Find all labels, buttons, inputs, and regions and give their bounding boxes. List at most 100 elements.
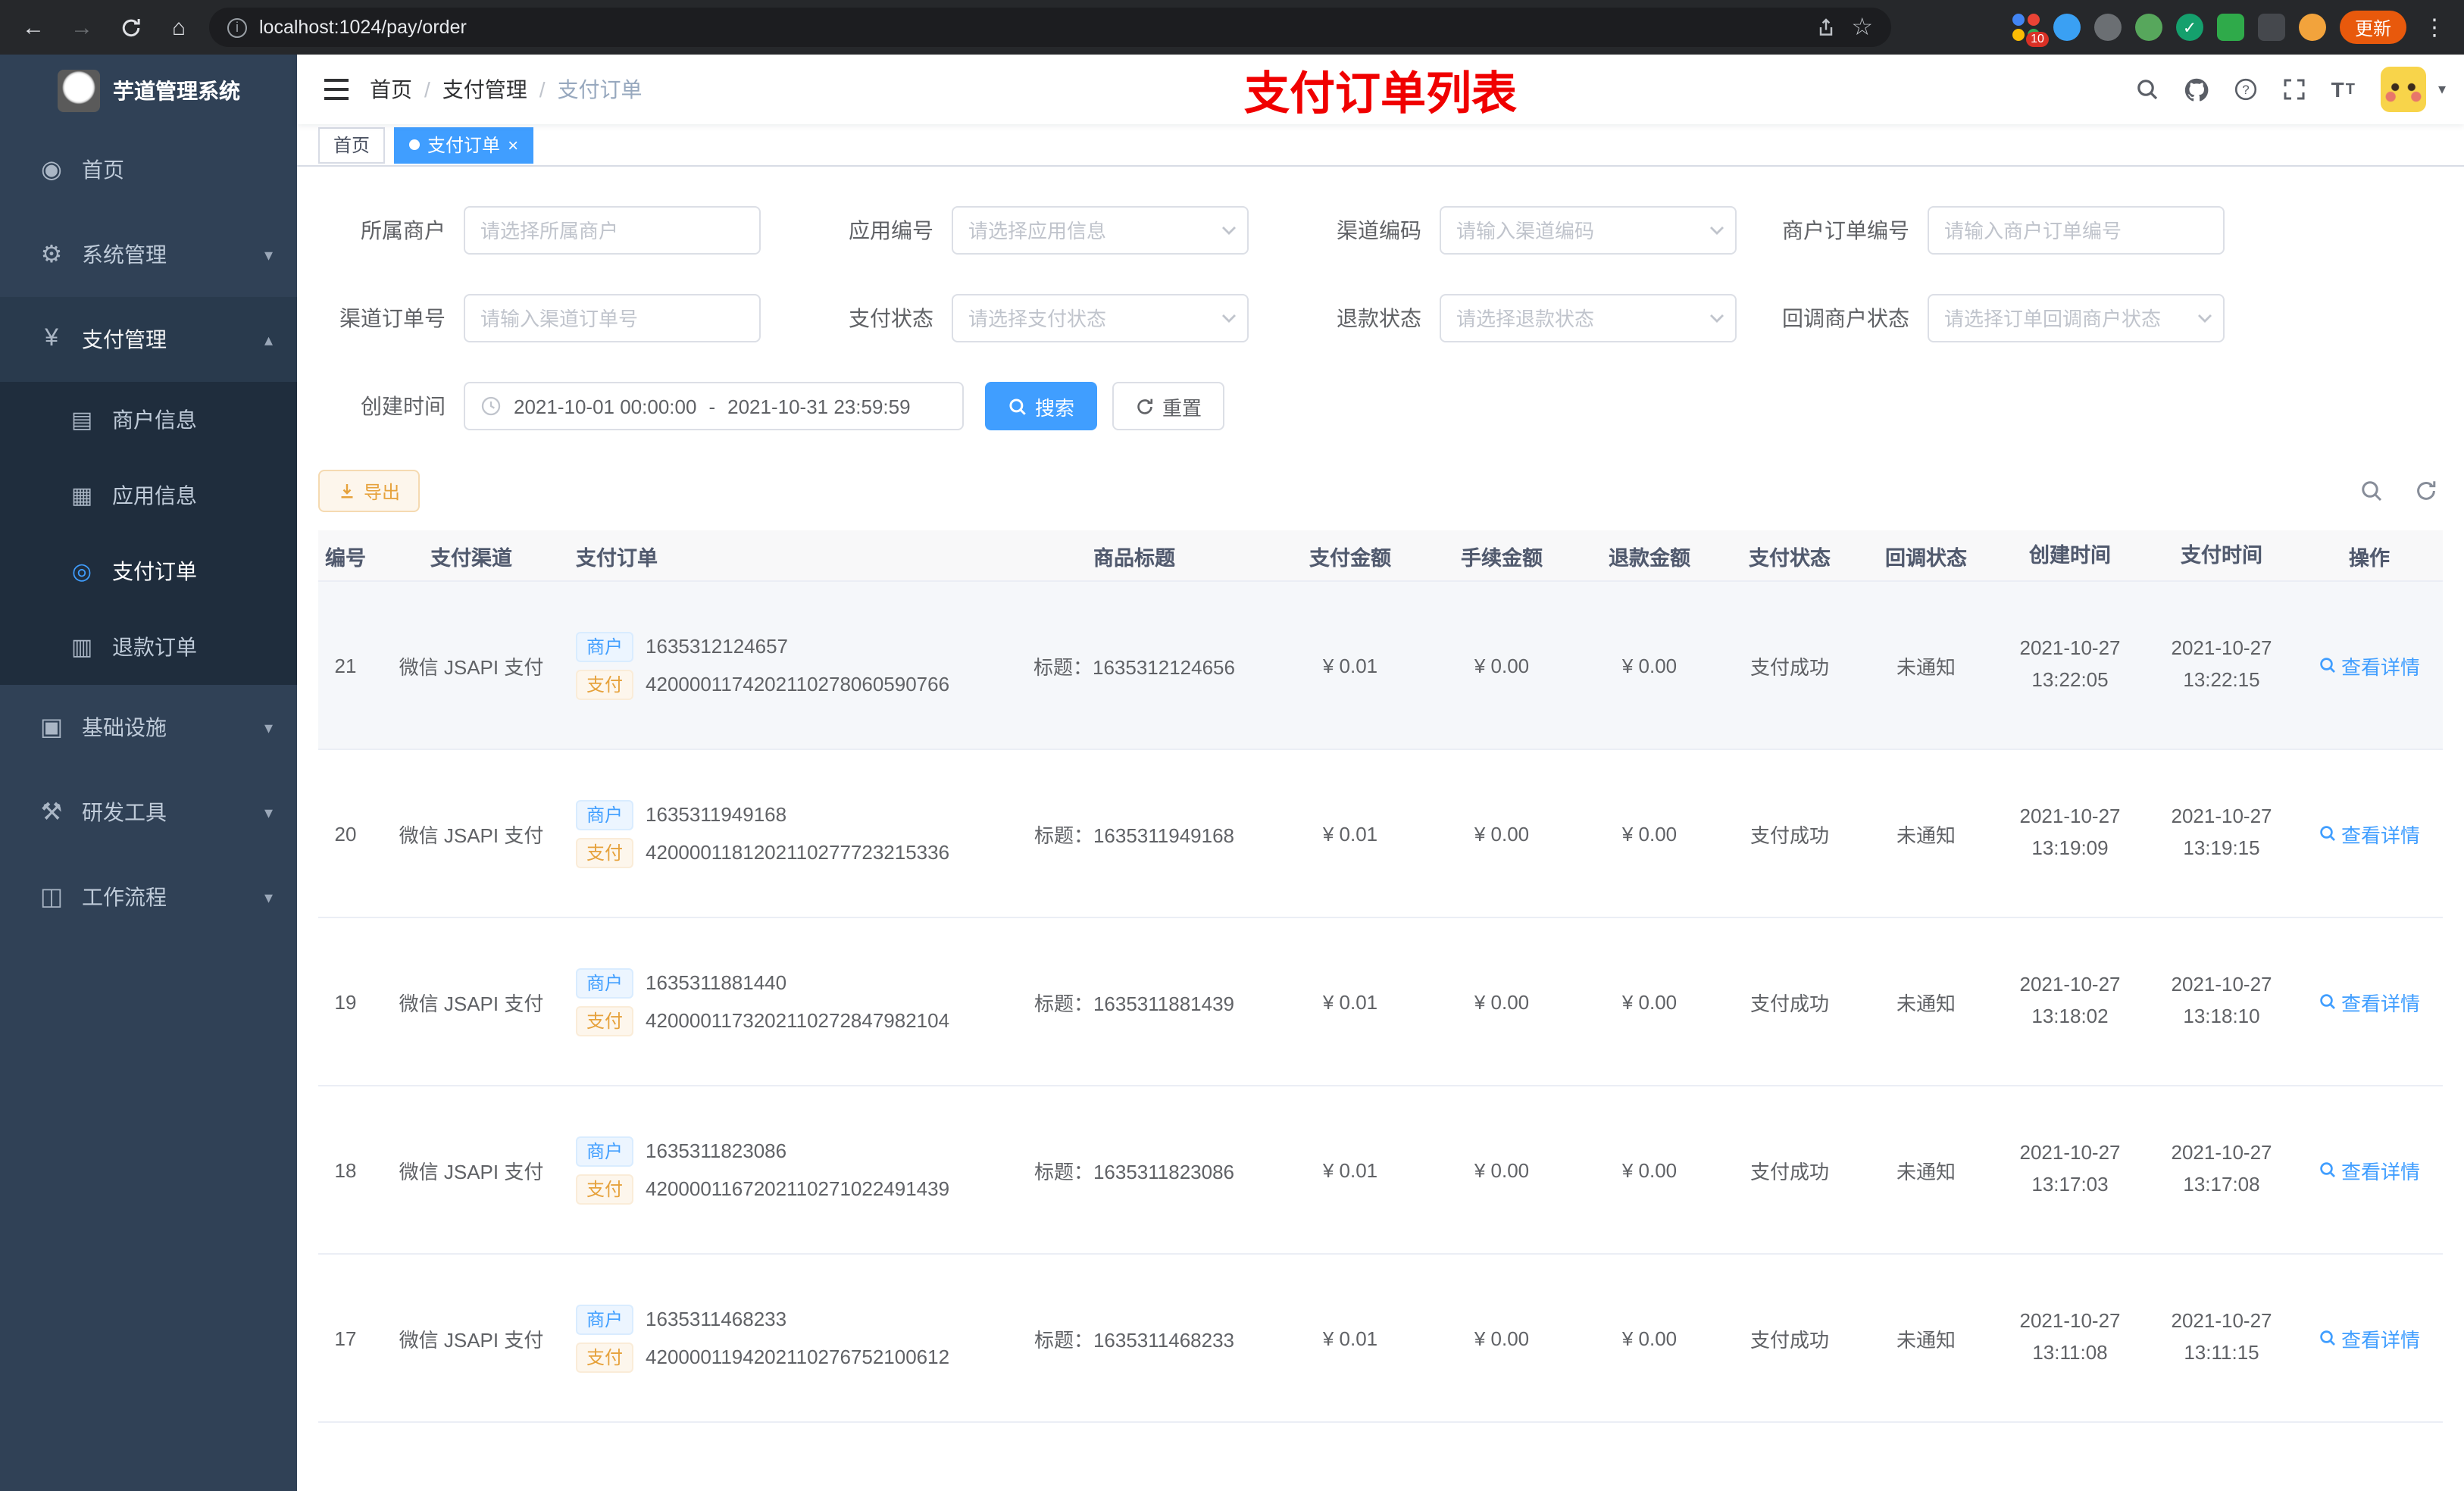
channel-code-select[interactable] <box>1440 206 1737 255</box>
sidebar-item-app-info[interactable]: ▦ 应用信息 <box>0 458 297 533</box>
page-title-annotation: 支付订单列表 <box>1244 70 1517 120</box>
browser-menu-icon[interactable]: ⋮ <box>2420 14 2449 41</box>
notify-status-select[interactable] <box>1928 294 2225 343</box>
pay-order-no: 4200001174202110278060590766 <box>646 673 950 696</box>
pay-order-no: 4200001167202110271022491439 <box>646 1177 950 1201</box>
channel-order-no-input[interactable] <box>464 294 761 343</box>
help-icon[interactable]: ? <box>2234 77 2259 102</box>
share-icon[interactable] <box>1815 17 1836 38</box>
chevron-down-icon: ▾ <box>264 804 273 822</box>
header-channel: 支付渠道 <box>430 546 512 570</box>
breadcrumb-home[interactable]: 首页 <box>370 74 412 105</box>
sidebar-item-workflow[interactable]: ◫ 工作流程 ▾ <box>0 855 297 939</box>
profile-avatar-icon[interactable] <box>2298 14 2326 41</box>
cell-title: 标题：1635312124656 <box>1033 655 1235 679</box>
cell-title: 标题：1635311881439 <box>1033 992 1235 1015</box>
breadcrumb-payment[interactable]: 支付管理 <box>442 74 527 105</box>
breadcrumb: 首页 / 支付管理 / 支付订单 <box>370 74 643 105</box>
sidebar-item-refund-order[interactable]: ▥ 退款订单 <box>0 609 297 685</box>
bookmark-star-icon[interactable]: ☆ <box>1851 12 1873 42</box>
export-button[interactable]: 导出 <box>318 470 421 513</box>
view-detail-link[interactable]: 查看详情 <box>2319 1324 2420 1353</box>
date-end: 2021-10-31 23:59:59 <box>727 395 911 418</box>
search-button[interactable]: 搜索 <box>985 382 1098 431</box>
cell-action: 查看详情 <box>2297 1324 2441 1353</box>
chevron-down-icon <box>1221 227 1237 236</box>
sidebar-item-pay-order[interactable]: ◎ 支付订单 <box>0 533 297 609</box>
extension-dots-icon[interactable]: 10 <box>2012 14 2049 47</box>
grid-icon: ▦ <box>70 483 93 509</box>
cell-id: 20 <box>334 822 357 846</box>
browser-back-icon[interactable]: ← <box>15 9 52 45</box>
header-order: 支付订单 <box>576 546 658 570</box>
merchant-input[interactable] <box>464 206 761 255</box>
pay-tag: 支付 <box>576 837 634 868</box>
view-detail-link[interactable]: 查看详情 <box>2319 988 2420 1017</box>
app-id-select[interactable] <box>952 206 1249 255</box>
merchant-order-no: 1635312124657 <box>646 635 789 658</box>
cell-order: 商户1635311… <box>570 1484 994 1491</box>
browser-home-icon[interactable]: ⌂ <box>161 9 197 45</box>
workflow-icon: ◫ <box>39 885 64 911</box>
extension-drop-icon[interactable] <box>2053 14 2081 41</box>
sidebar-item-label: 商户信息 <box>112 408 197 432</box>
search-icon[interactable] <box>2136 77 2160 102</box>
cell-status: 支付成功 <box>1750 1160 1829 1183</box>
sidebar-item-devtools[interactable]: ⚒ 研发工具 ▾ <box>0 770 297 855</box>
user-avatar[interactable] <box>2380 67 2426 113</box>
date-start: 2021-10-01 00:00:00 <box>514 395 697 418</box>
merchant-tag: 商户 <box>576 631 634 662</box>
svg-text:?: ? <box>2243 83 2250 97</box>
toggle-search-icon[interactable] <box>2355 475 2388 508</box>
refresh-icon[interactable] <box>2409 475 2443 508</box>
sidebar-item-infrastructure[interactable]: ▣ 基础设施 ▾ <box>0 685 297 770</box>
extension-square-icon[interactable] <box>2216 14 2244 41</box>
extensions-puzzle-icon[interactable] <box>2257 14 2285 41</box>
hamburger-icon[interactable] <box>315 68 358 111</box>
browser-forward-icon[interactable]: → <box>64 9 100 45</box>
filter-label: 商户订单编号 <box>1782 218 1909 243</box>
filter-label: 退款状态 <box>1337 306 1421 331</box>
reset-button[interactable]: 重置 <box>1112 382 1225 431</box>
cell-title: 标题：1635311949168 <box>1033 824 1235 847</box>
view-detail-link[interactable]: 查看详情 <box>2319 652 2420 680</box>
github-icon[interactable] <box>2184 77 2210 102</box>
sidebar-item-home[interactable]: ◉ 首页 <box>0 127 297 212</box>
tab-pay-order[interactable]: 支付订单 × <box>394 127 534 164</box>
breadcrumb-separator: / <box>424 77 430 102</box>
merchant-order-no-input[interactable] <box>1928 206 2225 255</box>
view-detail-link[interactable]: 查看详情 <box>2319 820 2420 849</box>
extension-gray-icon[interactable] <box>2093 14 2122 41</box>
sidebar-item-merchant-info[interactable]: ▤ 商户信息 <box>0 382 297 458</box>
pay-order-no: 4200001181202110277723215336 <box>646 841 950 864</box>
tab-home[interactable]: 首页 <box>318 127 386 164</box>
pay-status-select[interactable] <box>952 294 1249 343</box>
browser-reload-icon[interactable] <box>112 9 149 45</box>
cell-channel: 微信 JSAPI 支付 <box>399 992 544 1015</box>
site-info-icon[interactable]: i <box>227 17 247 37</box>
refund-status-select[interactable] <box>1440 294 1737 343</box>
font-size-icon[interactable]: TT <box>2331 77 2356 102</box>
extension-check-icon[interactable]: ✓ <box>2175 14 2203 41</box>
cell-title: 标题：1635311468233 <box>1033 1328 1235 1352</box>
table-header: 编号 支付渠道 支付订单 商品标题 支付金额 手续金额 退款金额 支付状态 回调… <box>318 530 2443 583</box>
sidebar-item-label: 系统管理 <box>82 242 167 267</box>
date-range-input[interactable]: 2021-10-01 00:00:00 - 2021-10-31 23:59:5… <box>464 382 964 431</box>
sidebar-item-payment[interactable]: ¥ 支付管理 ▴ <box>0 297 297 382</box>
extension-green-icon[interactable] <box>2134 14 2162 41</box>
close-icon[interactable]: × <box>508 136 518 155</box>
cell-create-time: 2021-10-27 13:22:05 <box>2019 636 2121 692</box>
cell-id: 21 <box>334 654 357 677</box>
table-row-partial: 商户1635311… <box>318 1423 2443 1491</box>
cell-fee: ¥ 0.00 <box>1474 990 1530 1014</box>
cell-refund: ¥ 0.00 <box>1621 1327 1678 1350</box>
extensions-bar: 10 ✓ 更新 ⋮ <box>2012 11 2449 47</box>
view-detail-link[interactable]: 查看详情 <box>2319 1156 2420 1185</box>
browser-update-button[interactable]: 更新 <box>2339 11 2406 44</box>
fullscreen-icon[interactable] <box>2283 77 2307 102</box>
sidebar-item-system[interactable]: ⚙ 系统管理 ▾ <box>0 212 297 297</box>
url-bar[interactable]: i localhost:1024/pay/order ☆ <box>209 8 1891 47</box>
header-id: 编号 <box>325 546 366 570</box>
cell-pay-time: 2021-10-27 13:19:15 <box>2171 805 2272 860</box>
table-row: 19 微信 JSAPI 支付 商户 1635311881440 支付 4200001… <box>318 918 2443 1087</box>
